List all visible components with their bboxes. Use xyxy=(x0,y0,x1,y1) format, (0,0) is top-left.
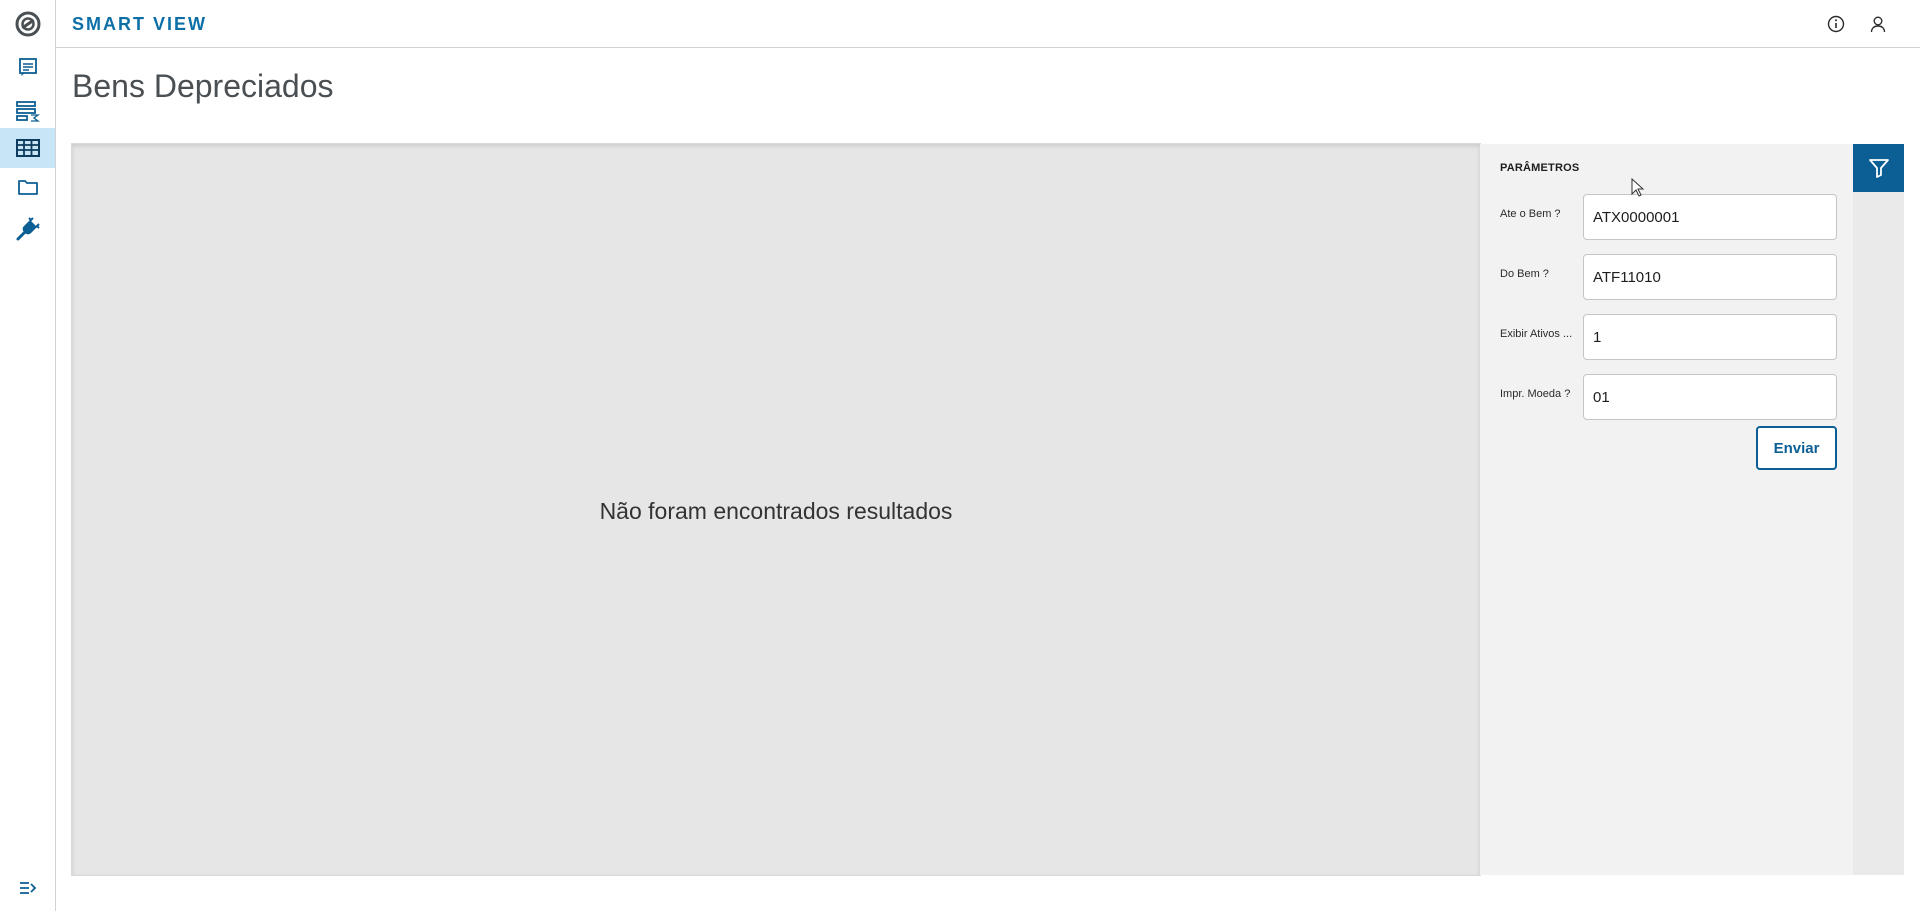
top-header: SMART VIEW xyxy=(56,0,1920,48)
info-button[interactable] xyxy=(1824,12,1848,36)
exibir-ativos-input[interactable] xyxy=(1583,314,1837,360)
user-icon xyxy=(1870,16,1886,33)
info-icon xyxy=(1827,15,1845,33)
ate-o-bem-input[interactable] xyxy=(1583,194,1837,240)
sidebar-item-tables[interactable] xyxy=(0,128,55,168)
param-label: Do Bem ? xyxy=(1500,268,1549,280)
user-button[interactable] xyxy=(1866,12,1890,36)
folder-icon xyxy=(17,180,38,195)
mouse-cursor-icon xyxy=(1631,178,1645,197)
sidebar-item-analysis[interactable] xyxy=(0,91,55,131)
sidebar-item-reports[interactable] xyxy=(0,47,55,87)
side-navigation xyxy=(0,0,56,911)
app-logo[interactable] xyxy=(0,0,56,48)
report-icon xyxy=(18,58,37,76)
analysis-icon xyxy=(15,101,40,122)
param-field-ate-o-bem: Ate o Bem ? xyxy=(1500,194,1842,240)
param-field-impr-moeda: Impr. Moeda ? xyxy=(1500,374,1842,420)
sidebar-item-folders[interactable] xyxy=(0,167,55,207)
plug-icon xyxy=(16,217,40,241)
impr-moeda-input[interactable] xyxy=(1583,374,1837,420)
results-panel: Não foram encontrados resultados xyxy=(72,144,1480,875)
empty-results-message: Não foram encontrados resultados xyxy=(599,498,953,524)
parameters-panel: PARÂMETROS Ate o Bem ? Do Bem ? Exibir A… xyxy=(1480,144,1853,875)
brand-title: SMART VIEW xyxy=(72,14,207,34)
filter-icon xyxy=(1868,159,1889,178)
param-label: Ate o Bem ? xyxy=(1500,208,1561,220)
param-field-do-bem: Do Bem ? xyxy=(1500,254,1842,300)
filter-strip xyxy=(1853,144,1904,875)
parameters-title: PARÂMETROS xyxy=(1500,162,1580,174)
enviar-button[interactable]: Enviar xyxy=(1756,426,1837,470)
param-label: Exibir Ativos ... xyxy=(1500,328,1573,340)
do-bem-input[interactable] xyxy=(1583,254,1837,300)
expand-menu-icon xyxy=(19,882,36,894)
sidebar-item-integrations[interactable] xyxy=(0,209,55,249)
logo-icon xyxy=(15,11,41,37)
param-label: Impr. Moeda ? xyxy=(1500,388,1571,400)
param-field-exibir-ativos: Exibir Ativos ... xyxy=(1500,314,1842,360)
page-title: Bens Depreciados xyxy=(72,68,334,104)
sidebar-collapse-toggle[interactable] xyxy=(0,868,55,908)
filter-toggle-button[interactable] xyxy=(1853,144,1904,192)
table-icon xyxy=(15,139,40,157)
